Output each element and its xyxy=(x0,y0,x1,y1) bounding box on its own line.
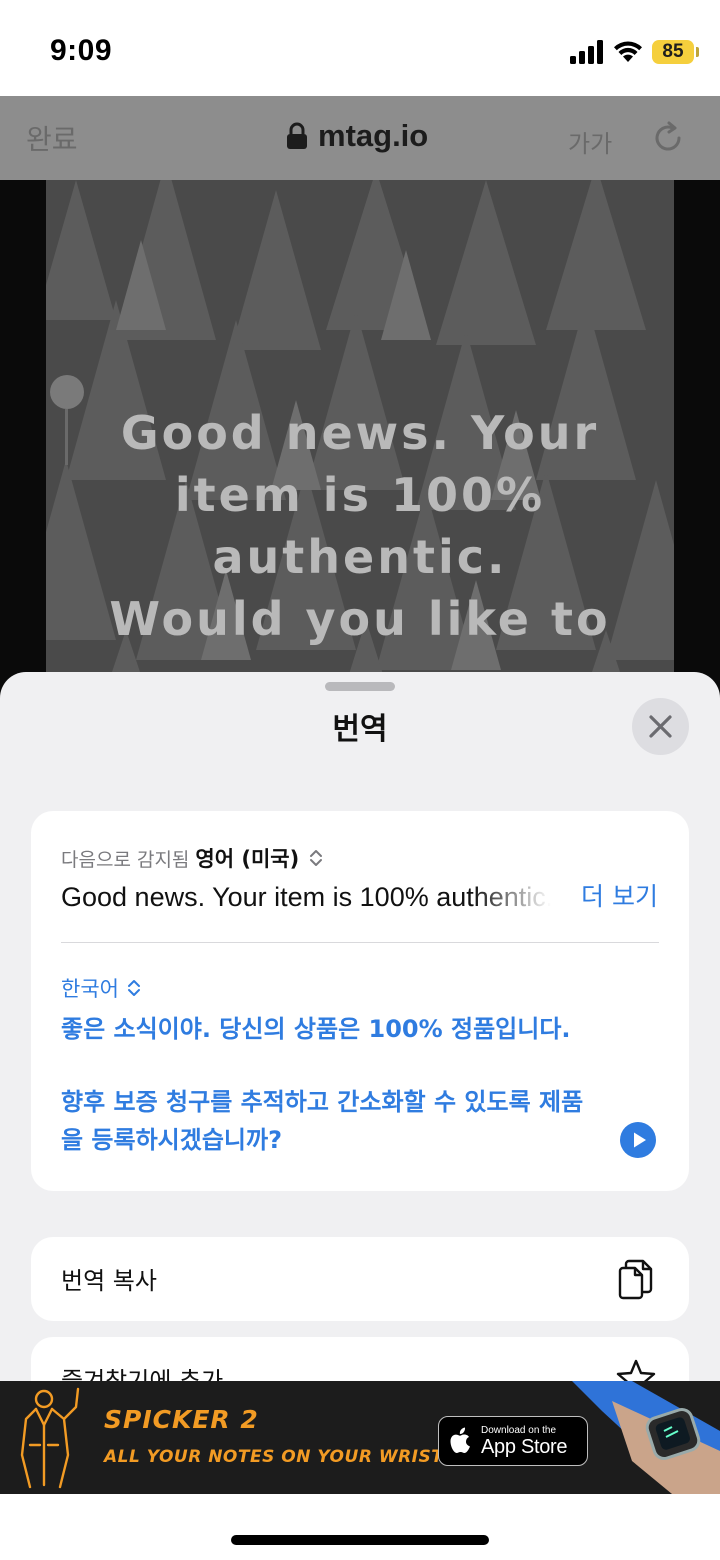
ad-banner[interactable]: SPICKER 2 ALL YOUR NOTES ON YOUR WRIST D… xyxy=(0,1381,720,1494)
sheet-title: 번역 xyxy=(332,712,388,747)
chevron-up-down-icon xyxy=(127,980,140,996)
close-button[interactable] xyxy=(632,698,689,755)
wifi-icon xyxy=(614,41,642,62)
battery-indicator: 85 xyxy=(652,40,694,64)
show-more-button[interactable]: 더 보기 xyxy=(581,877,658,917)
chevron-up-down-icon xyxy=(310,850,323,866)
translation-card: 다음으로 감지됨 영어 (미국) Good news. Your item is… xyxy=(31,811,689,1191)
address-bar[interactable]: mtag.io xyxy=(286,116,428,156)
source-text: Good news. Your item is 100% authentic. xyxy=(61,882,551,912)
target-language: 한국어 xyxy=(61,977,119,1001)
copy-translation-label: 번역 복사 xyxy=(61,1267,157,1295)
app-store-badge[interactable]: Download on the App Store xyxy=(438,1416,588,1466)
text-size-button[interactable]: 가가 xyxy=(568,124,612,159)
reload-icon[interactable] xyxy=(650,120,686,156)
close-icon xyxy=(649,715,672,738)
copy-icon xyxy=(618,1259,653,1300)
ad-tagline: ALL YOUR NOTES ON YOUR WRIST xyxy=(104,1447,444,1467)
browser-toolbar: 완료 mtag.io 가가 xyxy=(0,96,720,180)
done-button[interactable]: 완료 xyxy=(26,118,78,158)
ad-title: SPICKER 2 xyxy=(104,1405,259,1434)
apple-logo-icon xyxy=(450,1427,470,1453)
lock-icon xyxy=(287,122,307,149)
play-audio-button[interactable] xyxy=(620,1122,656,1158)
card-divider xyxy=(61,942,659,943)
translated-text-line-1: 좋은 소식이야. 당신의 상품은 100% 정품입니다. xyxy=(61,1015,571,1043)
badge-small-text: Download on the xyxy=(481,1425,557,1436)
copy-translation-button[interactable]: 번역 복사 xyxy=(31,1237,689,1321)
translated-text-line-2: 향후 보증 청구를 추적하고 간소화할 수 있도록 제품을 등록하시겠습니까? xyxy=(61,1088,584,1154)
url-text: mtag.io xyxy=(318,118,429,153)
headline-text: Good news. Your item is 100% authentic. xyxy=(120,406,600,584)
battery-tip xyxy=(696,47,699,57)
web-page-content: Good news. Your item is 100% authentic. … xyxy=(0,180,720,740)
target-language-selector[interactable]: 한국어 xyxy=(61,973,141,1003)
smartwatch-illustration xyxy=(572,1381,720,1494)
subheadline-text: Would you like to xyxy=(109,592,611,646)
translate-sheet: 번역 다음으로 감지됨 영어 (미국) Good news. Your item… xyxy=(0,672,720,1392)
home-indicator xyxy=(231,1535,489,1545)
agent-figure-illustration xyxy=(20,1387,80,1489)
badge-big-text: App Store xyxy=(481,1436,568,1458)
detected-language: 영어 (미국) xyxy=(195,847,300,871)
source-language-selector[interactable]: 다음으로 감지됨 영어 (미국) xyxy=(61,843,323,873)
detected-label: 다음으로 감지됨 xyxy=(61,848,190,871)
status-bar: 9:09 85 xyxy=(0,0,720,96)
sheet-grabber[interactable] xyxy=(325,682,395,691)
status-time: 9:09 xyxy=(50,34,113,67)
cellular-signal-icon xyxy=(570,40,603,64)
play-icon xyxy=(634,1132,646,1148)
